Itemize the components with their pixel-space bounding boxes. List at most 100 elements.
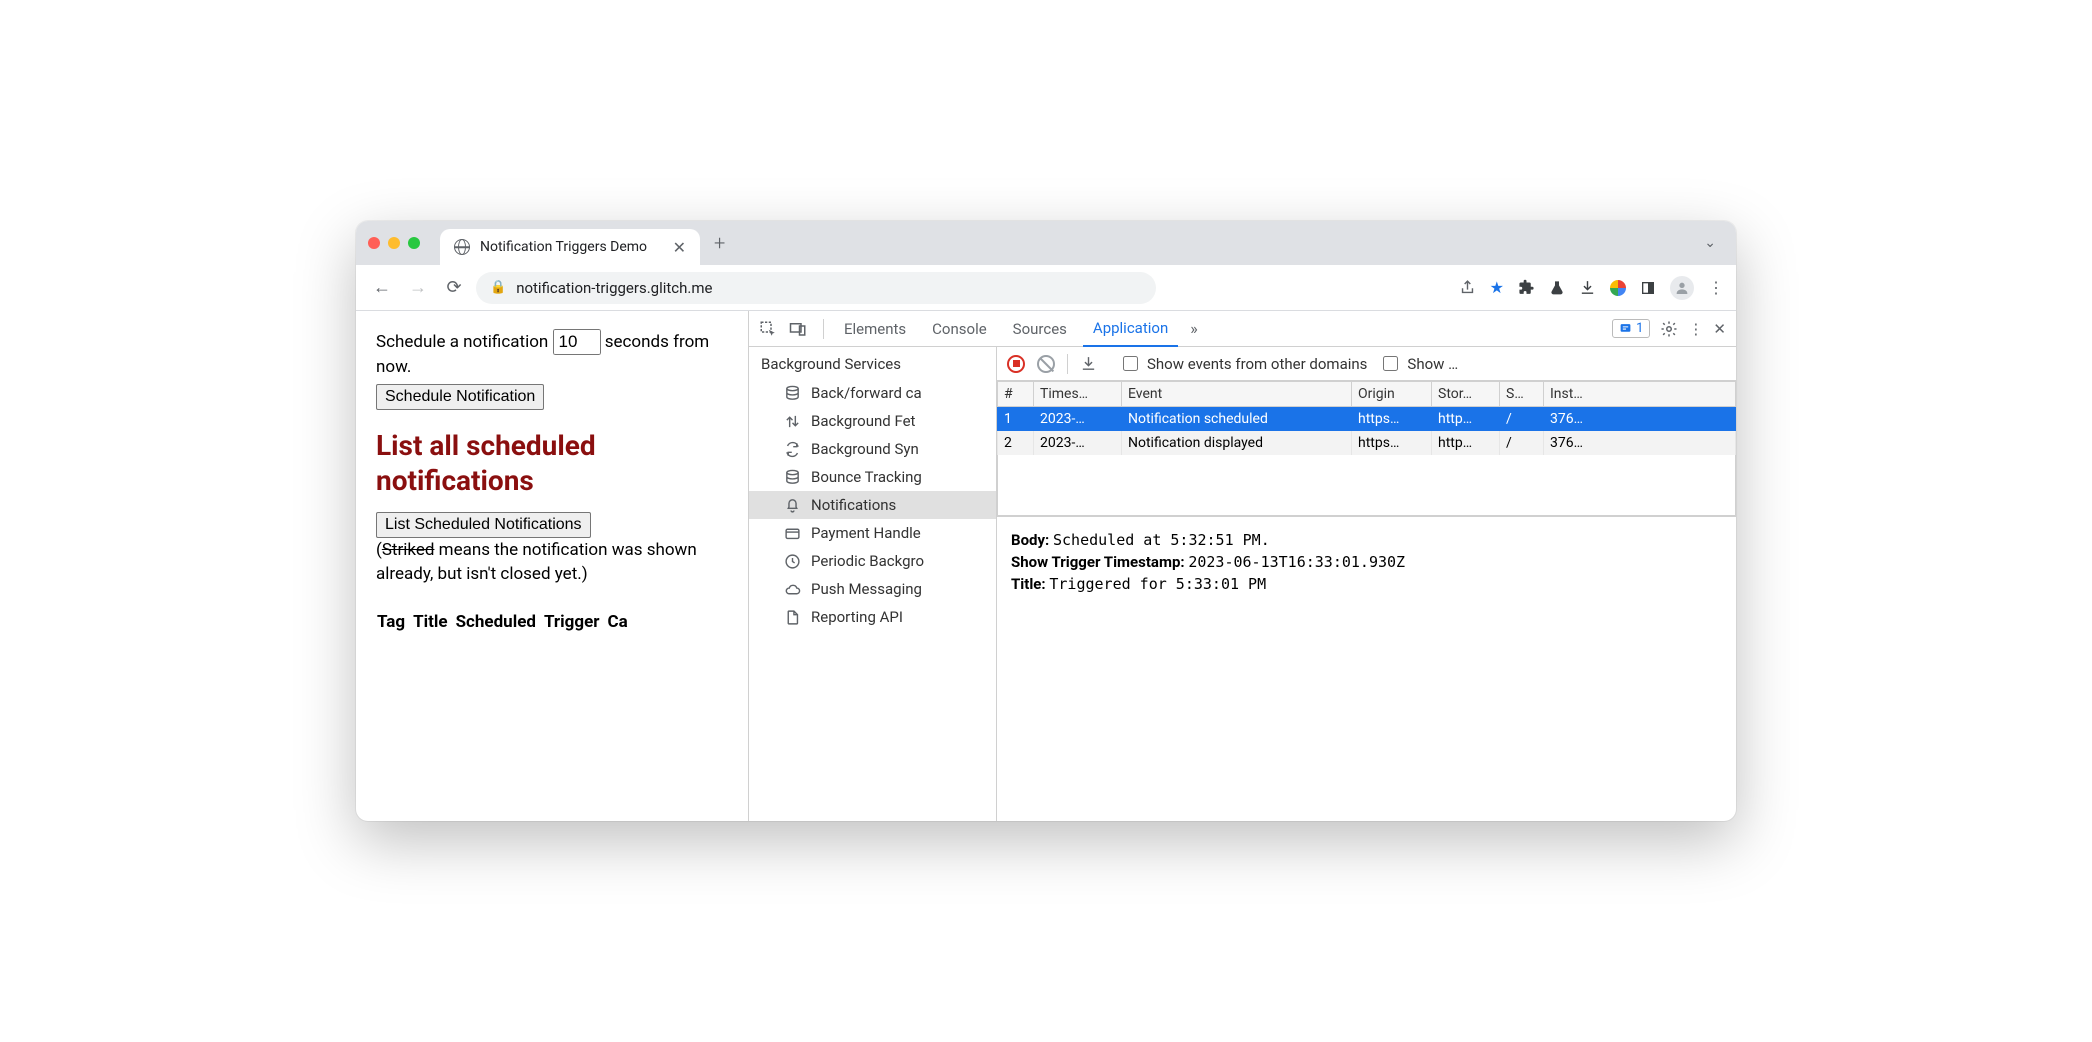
title-key: Title: xyxy=(1011,575,1046,593)
body-value: Scheduled at 5:32:51 PM. xyxy=(1053,531,1270,549)
cell-event: Notification displayed xyxy=(1122,431,1352,455)
note-striked: Striked xyxy=(382,540,435,560)
events-table: #Times…EventOriginStor…S…Inst… 12023-…No… xyxy=(997,381,1736,516)
sidebar-item-label: Push Messaging xyxy=(811,580,922,598)
cell-ts: 2023-… xyxy=(1034,407,1122,432)
reload-button[interactable]: ⟳ xyxy=(440,274,468,302)
tab-application[interactable]: Application xyxy=(1083,311,1178,347)
sidebar-item-notifications[interactable]: Notifications xyxy=(749,491,996,519)
db-icon xyxy=(783,468,801,486)
reading-list-icon[interactable] xyxy=(1640,280,1656,296)
table-row[interactable]: 22023-…Notification displayedhttps…http…… xyxy=(998,431,1736,455)
sidebar-item-periodic-backgro[interactable]: Periodic Backgro xyxy=(749,547,996,575)
card-icon xyxy=(783,524,801,542)
back-button[interactable]: ← xyxy=(368,274,396,302)
inspect-icon[interactable] xyxy=(759,320,783,338)
col-header[interactable]: S… xyxy=(1500,382,1544,407)
sidebar-item-reporting-api[interactable]: Reporting API xyxy=(749,603,996,631)
tab-sources[interactable]: Sources xyxy=(1003,311,1077,347)
bookmark-star-icon[interactable]: ★ xyxy=(1490,278,1504,297)
table-header-row: #Times…EventOriginStor…S…Inst… xyxy=(998,382,1736,407)
devtools-panel: Elements Console Sources Application » 1… xyxy=(748,311,1736,821)
col-header[interactable]: Times… xyxy=(1034,382,1122,407)
show-other-domains-checkbox[interactable]: Show events from other domains xyxy=(1119,353,1367,374)
devtools-menu-icon[interactable]: ⋮ xyxy=(1688,320,1703,338)
seconds-input[interactable] xyxy=(553,329,601,355)
minimize-window-icon[interactable] xyxy=(388,237,400,249)
table-row[interactable]: 12023-…Notification scheduledhttps…http…… xyxy=(998,407,1736,432)
show-truncated-checkbox[interactable]: Show … xyxy=(1379,353,1458,374)
close-window-icon[interactable] xyxy=(368,237,380,249)
tab-elements[interactable]: Elements xyxy=(834,311,916,347)
stt-value: 2023-06-13T16:33:01.930Z xyxy=(1188,553,1405,571)
sidebar-item-back-forward-ca[interactable]: Back/forward ca xyxy=(749,379,996,407)
devtools-tabbar: Elements Console Sources Application » 1… xyxy=(749,311,1736,347)
table-empty-area xyxy=(998,455,1736,515)
col-header[interactable]: Origin xyxy=(1352,382,1432,407)
col-header[interactable]: Inst… xyxy=(1544,382,1736,407)
sidebar-item-label: Back/forward ca xyxy=(811,384,922,402)
tabs-dropdown-icon[interactable]: ⌄ xyxy=(1696,235,1724,251)
share-icon[interactable] xyxy=(1459,279,1476,296)
issues-count: 1 xyxy=(1636,321,1643,336)
maximize-window-icon[interactable] xyxy=(408,237,420,249)
col-title: Title xyxy=(412,609,448,636)
chrome-menu-icon[interactable]: ⋮ xyxy=(1708,278,1724,297)
page-heading: List all scheduled notifications xyxy=(376,428,728,498)
close-tab-icon[interactable]: ✕ xyxy=(673,238,686,257)
col-trigger: Trigger xyxy=(543,609,601,636)
google-icon[interactable] xyxy=(1610,280,1626,296)
schedule-notification-button[interactable]: Schedule Notification xyxy=(376,384,544,410)
col-header[interactable]: # xyxy=(998,382,1034,407)
download-icon[interactable] xyxy=(1080,355,1097,372)
browser-tab[interactable]: Notification Triggers Demo ✕ xyxy=(440,229,700,265)
forward-button[interactable]: → xyxy=(404,274,432,302)
cell-event: Notification scheduled xyxy=(1122,407,1352,432)
sidebar-item-background-syn[interactable]: Background Syn xyxy=(749,435,996,463)
schedule-line: Schedule a notification seconds from now… xyxy=(376,329,728,380)
sidebar-item-label: Background Fet xyxy=(811,412,915,430)
cell-inst: 376… xyxy=(1544,407,1736,432)
sync-icon xyxy=(783,440,801,458)
downloads-icon[interactable] xyxy=(1579,279,1596,296)
close-devtools-icon[interactable]: ✕ xyxy=(1713,320,1726,338)
record-icon[interactable] xyxy=(1007,355,1025,373)
sidebar-item-background-fet[interactable]: Background Fet xyxy=(749,407,996,435)
stt-key: Show Trigger Timestamp: xyxy=(1011,553,1185,571)
col-ca: Ca xyxy=(606,609,628,636)
lock-icon: 🔒 xyxy=(490,280,506,295)
issues-badge[interactable]: 1 xyxy=(1612,319,1650,338)
clear-icon[interactable] xyxy=(1037,355,1055,373)
tab-title: Notification Triggers Demo xyxy=(480,239,647,255)
list-scheduled-button[interactable]: List Scheduled Notifications xyxy=(376,512,591,538)
cell-s: / xyxy=(1500,431,1544,455)
sidebar-item-label: Reporting API xyxy=(811,608,903,626)
sidebar-item-label: Notifications xyxy=(811,496,896,514)
device-toggle-icon[interactable] xyxy=(789,320,813,338)
sidebar-item-label: Periodic Backgro xyxy=(811,552,924,570)
sidebar-item-push-messaging[interactable]: Push Messaging xyxy=(749,575,996,603)
tab-console[interactable]: Console xyxy=(922,311,997,347)
detail-timestamp: Show Trigger Timestamp: 2023-06-13T16:33… xyxy=(1011,553,1722,571)
url-input[interactable]: 🔒 notification-triggers.glitch.me xyxy=(476,272,1156,304)
address-bar: ← → ⟳ 🔒 notification-triggers.glitch.me … xyxy=(356,265,1736,311)
sidebar-item-payment-handle[interactable]: Payment Handle xyxy=(749,519,996,547)
settings-icon[interactable] xyxy=(1660,320,1678,338)
doc-icon xyxy=(783,608,801,626)
application-main: Show events from other domains Show … #T… xyxy=(997,347,1736,821)
extensions-icon[interactable] xyxy=(1518,279,1535,296)
profile-avatar[interactable] xyxy=(1670,276,1694,300)
globe-icon xyxy=(454,239,470,255)
new-tab-button[interactable]: + xyxy=(714,231,725,255)
devtools-body: Background Services Back/forward ca Backg… xyxy=(749,347,1736,821)
sidebar-item-label: Background Syn xyxy=(811,440,919,458)
more-tabs-icon[interactable]: » xyxy=(1184,319,1204,338)
sidebar-heading: Background Services xyxy=(749,347,996,379)
show-other-label: Show events from other domains xyxy=(1147,355,1367,373)
col-header[interactable]: Stor… xyxy=(1432,382,1500,407)
cell-origin: https… xyxy=(1352,407,1432,432)
labs-icon[interactable] xyxy=(1549,280,1565,296)
sidebar-item-bounce-tracking[interactable]: Bounce Tracking xyxy=(749,463,996,491)
browser-window: Notification Triggers Demo ✕ + ⌄ ← → ⟳ 🔒… xyxy=(356,221,1736,821)
col-header[interactable]: Event xyxy=(1122,382,1352,407)
